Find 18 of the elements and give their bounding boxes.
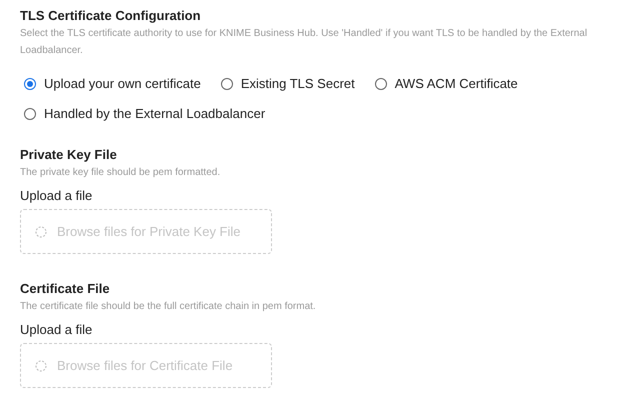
loading-icon <box>35 226 47 238</box>
radio-icon[interactable] <box>374 78 387 90</box>
section-title: TLS Certificate Configuration <box>20 7 202 25</box>
field-title: Private Key File <box>20 146 118 164</box>
radio-icon[interactable] <box>220 78 233 90</box>
upload-label: Upload a file <box>20 321 94 339</box>
radio-option[interactable]: Existing TLS Secret <box>220 74 355 94</box>
radio-option[interactable]: Upload your own certificate <box>24 74 201 94</box>
loading-icon <box>35 360 47 372</box>
field-description: The certificate file should be the full certificate chain in pem format. <box>20 300 317 314</box>
field-title: Certificate File <box>20 280 111 298</box>
upload-label: Upload a file <box>20 187 94 205</box>
section-description: Select the TLS certificate authority to use for KNIME Business Hub. Use 'Handled' if you want TLS to be handled by the External Loadbalancer. <box>20 27 588 58</box>
field-description: The private key file should be pem formatted. <box>20 166 222 180</box>
radio-icon[interactable] <box>24 108 36 120</box>
radio-option[interactable]: Handled by the External Loadbalancer <box>24 104 266 124</box>
radio-icon[interactable] <box>24 78 36 90</box>
radio-option[interactable]: AWS ACM Certificate <box>374 74 518 94</box>
